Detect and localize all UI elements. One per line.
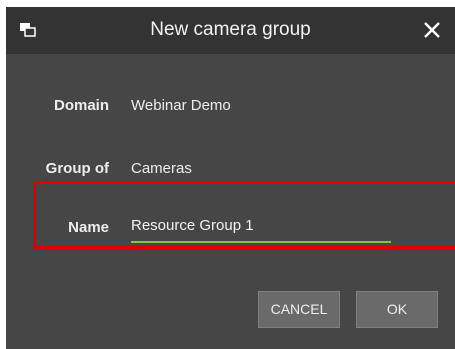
- new-camera-group-dialog: New camera group Domain Webinar Demo Gro…: [6, 7, 455, 349]
- group-of-value: Cameras: [131, 160, 192, 177]
- name-label: Name: [68, 219, 109, 236]
- dialog-titlebar: New camera group: [6, 7, 455, 54]
- close-icon[interactable]: [420, 18, 444, 42]
- cancel-button[interactable]: CANCEL: [258, 291, 340, 328]
- dialog-title: New camera group: [150, 19, 311, 40]
- ok-button[interactable]: OK: [356, 291, 438, 328]
- name-input[interactable]: [131, 215, 391, 243]
- domain-value: Webinar Demo: [131, 97, 231, 114]
- group-of-label: Group of: [45, 160, 109, 177]
- domain-label: Domain: [53, 97, 109, 114]
